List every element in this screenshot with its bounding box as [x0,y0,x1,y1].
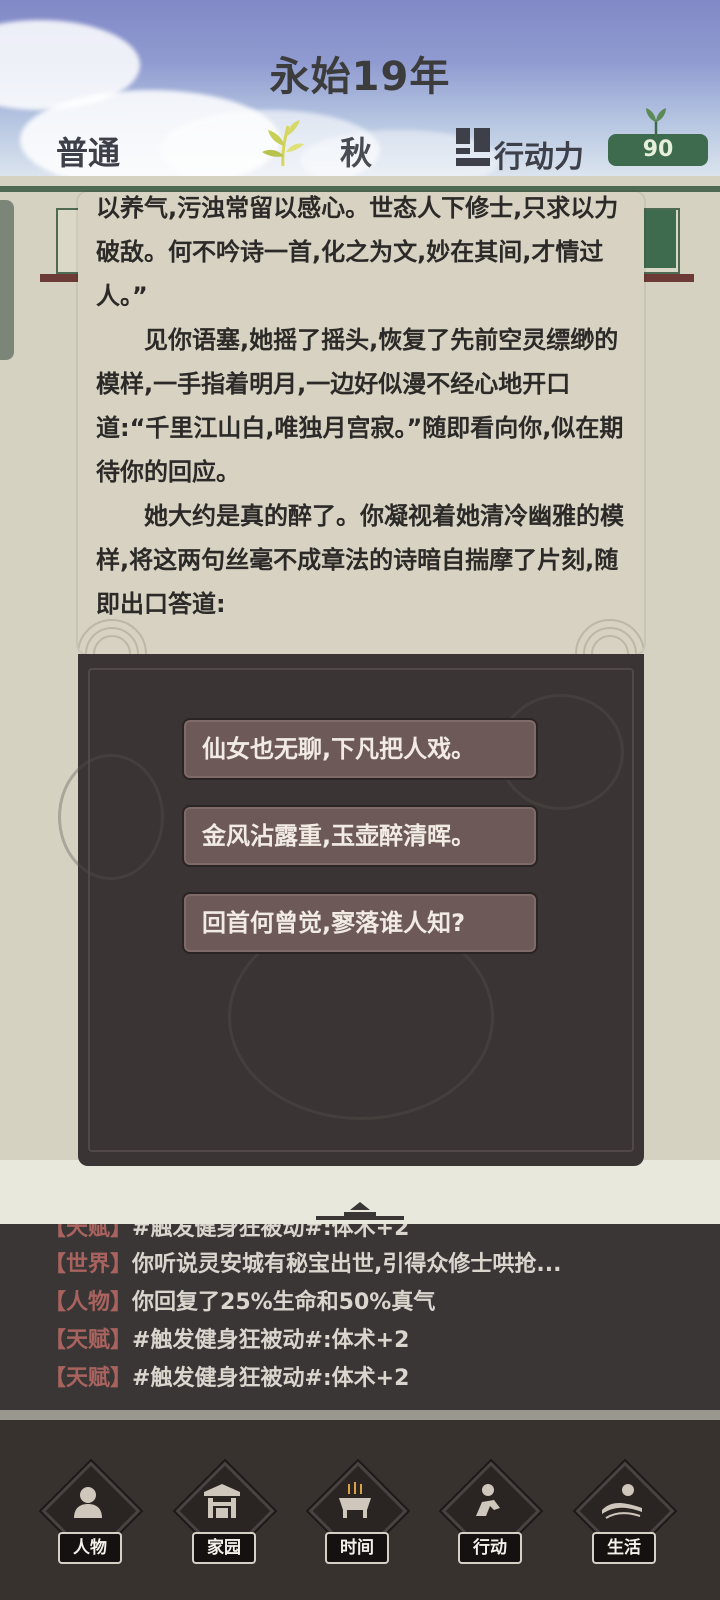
story-paragraph: 她大约是真的醉了。你凝视着她清冷幽雅的模样,将这两句丝毫不成章法的诗暗自揣摩了片… [96,502,624,618]
action-points-icon [456,128,490,166]
cloud-pattern-decoration [78,619,147,654]
side-tab[interactable] [0,200,14,360]
nav-item-time[interactable]: 时间 [305,1461,408,1568]
log-divider [0,1410,720,1420]
story-paragraph: 以养气,污浊常留以感心。世态人下修士,只求以力破敌。何不吟诗一首,化之为文,妙在… [96,194,619,310]
person-icon [74,1487,102,1518]
choice-button-2[interactable]: 金风沾露重,玉壶醉清晖。 [182,805,538,867]
action-points-value: 90 [608,134,708,166]
nav-item-home[interactable]: 家园 [172,1461,275,1568]
top-status-bar: 永始19年 普通 秋 行动力 90 [0,0,720,176]
choice-button-1[interactable]: 仙女也无聊,下凡把人戏。 [182,718,538,780]
nav-item-character[interactable]: 人物 [38,1461,141,1568]
nav-label: 时间 [325,1532,389,1564]
difficulty-label: 普通 [56,134,121,172]
nav-label: 家园 [192,1532,256,1564]
nav-item-life[interactable]: 生活 [572,1461,675,1568]
story-text-panel: 以养气,污浊常留以感心。世态人下修士,只求以力破敌。何不吟诗一首,化之为文,妙在… [78,192,644,654]
choice-button-3[interactable]: 回首何曾觉,寥落谁人知? [182,892,538,954]
log-entry: 【天赋】#触发健身狂被动#:体术+2 [44,1224,410,1241]
incense-burner-icon [339,1482,371,1518]
log-entry: 【人物】你回复了25%生命和50%真气 [44,1290,436,1315]
log-entry: 【天赋】#触发健身狂被动#:体术+2 [44,1366,410,1391]
action-figure-icon [476,1484,500,1516]
nav-label: 生活 [592,1532,656,1564]
nav-label: 人物 [58,1532,122,1564]
cloud-pattern-decoration [575,619,644,654]
home-gate-icon [204,1484,240,1518]
landscape-moon-icon [602,1484,642,1519]
nav-label: 行动 [458,1532,522,1564]
log-entry: 【天赋】#触发健身狂被动#:体术+2 [44,1328,410,1353]
action-points-label: 行动力 [494,140,584,175]
nav-item-action[interactable]: 行动 [438,1461,541,1568]
swirl-decoration [58,754,164,880]
story-paragraph: 见你语塞,她摇了摇头,恢复了先前空灵缥缈的模样,一手指着明月,一边好似漫不经心地… [96,326,624,486]
year-title: 永始19年 [269,54,451,100]
log-entry: 【世界】你听说灵安城有秘宝出世,引得众修士哄抢... [44,1252,562,1277]
sprout-icon [646,108,666,134]
season-label: 秋 [340,134,373,172]
log-expand-handle[interactable] [310,1196,410,1220]
autumn-plant-icon [262,120,304,167]
story-text: 以养气,污浊常留以感心。世态人下修士,只求以力破敌。何不吟诗一首,化之为文,妙在… [96,192,628,626]
event-log[interactable]: 【天赋】#触发健身狂被动#:体术+2 【世界】你听说灵安城有秘宝出世,引得众修士… [0,1224,720,1410]
